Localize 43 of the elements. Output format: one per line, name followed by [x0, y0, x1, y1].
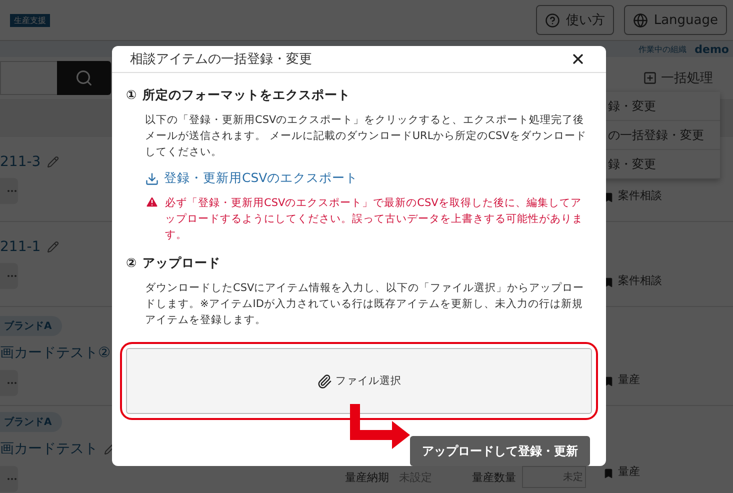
category-label: 案件相談 — [618, 188, 662, 203]
category-label: 案件相談 — [618, 273, 662, 288]
more-button[interactable] — [0, 370, 18, 396]
paperclip-icon — [316, 374, 332, 388]
help-icon — [544, 12, 560, 28]
modal-title: 相談アイテムの一括登録・変更 — [130, 51, 312, 68]
search-icon — [75, 69, 93, 87]
step-number: ② — [126, 255, 137, 272]
section-text: ダウンロードしたCSVにアイテム情報を入力し、以下の「ファイル選択」からアップロードします。※アイテムIDが入力されている行は既存アイテムを更新し、未入力の行は新規アイテムを登録します。 — [145, 281, 586, 328]
brand-tag: ブランドA — [0, 412, 62, 432]
step-number: ① — [126, 87, 137, 104]
warning-text: 必ず「登録・更新用CSVのエクスポート」で最新のCSVを取得した後に、編集してアップロードするようにしてください。誤って古いデータを上書きする可能性があります。 — [165, 196, 584, 243]
export-link[interactable]: 登録・更新用CSVのエクスポート — [145, 170, 358, 187]
close-button[interactable] — [570, 51, 586, 67]
bookmark-icon — [603, 468, 614, 479]
item-title[interactable]: 211-3 — [0, 154, 41, 170]
file-select-button[interactable]: ファイル選択 — [126, 348, 592, 414]
brand-tag: ブランドA — [0, 316, 62, 336]
category-label: 量産 — [618, 464, 640, 479]
field-label: 量産納期 — [345, 470, 389, 484]
more-button[interactable] — [0, 263, 18, 289]
org-label: 作業中の組織 — [638, 44, 687, 54]
bulk-action-button[interactable]: 一括処理 — [637, 68, 719, 88]
item-title[interactable]: 211-1 — [0, 239, 41, 255]
item-title[interactable]: 画カードテスト — [0, 440, 98, 458]
item-title[interactable]: 画カードテスト② — [0, 344, 111, 362]
download-icon — [145, 172, 159, 186]
section-heading: アップロード — [142, 255, 221, 272]
app-badge: 生産支援 — [10, 14, 50, 26]
language-button[interactable]: Language — [624, 5, 727, 35]
more-button[interactable] — [0, 178, 18, 204]
search-button[interactable] — [57, 61, 111, 95]
field-label: 量産数量 — [472, 470, 516, 484]
section-heading: 所定のフォーマットをエクスポート — [142, 87, 351, 104]
category-label: 量産 — [618, 372, 640, 387]
org-name: demo — [694, 42, 729, 56]
plus-square-icon — [643, 71, 657, 85]
section-text: 以下の「登録・更新用CSVのエクスポート」をクリックすると、エクスポート処理完了後メールが送信されます。 メールに記載のダウンロードURLから所定のCSVをダウンロードしてください。 — [145, 113, 588, 160]
globe-icon — [632, 12, 648, 28]
more-button[interactable] — [0, 466, 18, 492]
upload-button[interactable]: アップロードして登録・更新 — [410, 436, 590, 466]
warning-icon — [145, 195, 159, 209]
help-button[interactable]: 使い方 — [536, 5, 614, 35]
